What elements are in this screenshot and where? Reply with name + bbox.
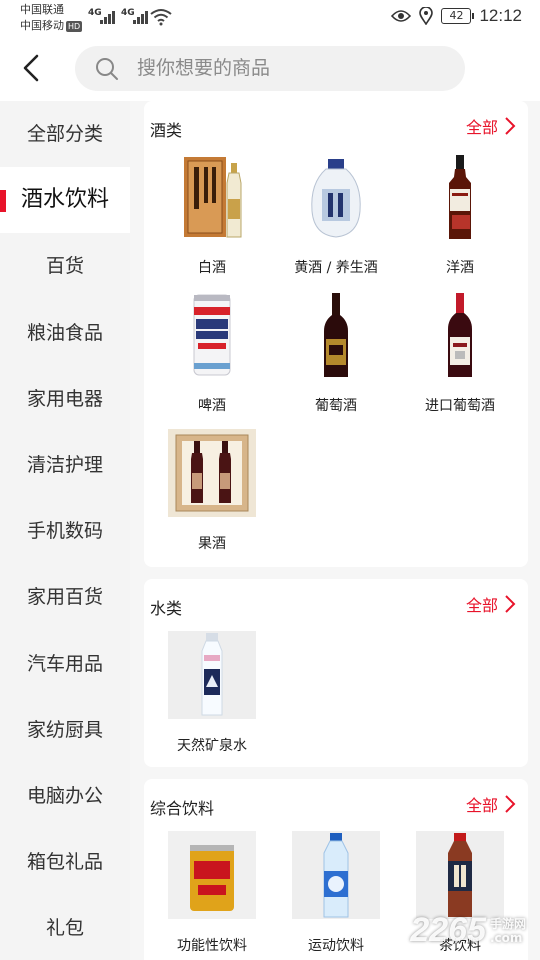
subcategory-baijiu[interactable]: 白酒 [147,153,277,277]
chevron-right-icon [505,795,516,813]
carrier-info: 中国联通 中国移动 HD [20,2,83,34]
sidebar-item-label: 粮油食品 [26,321,103,344]
energy-drink-can-icon [168,831,256,919]
header: 搜你想要的商品 [0,36,540,100]
search-input[interactable]: 搜你想要的商品 [75,46,465,91]
sidebar-item-label: 家用百货 [26,586,103,609]
status-bar: 中国联通 中国移动 HD 4G 4G 42 12:12 [0,0,540,36]
huangjiu-jar-icon [292,153,380,241]
sidebar-item-label: 礼包 [45,917,84,940]
signal-icon-2 [133,10,148,24]
subcategory-label: 天然矿泉水 [177,738,247,754]
sidebar-item-gift-packs[interactable]: 礼包 [0,895,130,960]
watermark-line2: .com [489,930,523,945]
sidebar-item-label: 箱包礼品 [26,851,103,874]
wine-bottle-icon [292,291,380,379]
subcategory-label: 黄酒 / 养生酒 [294,260,378,276]
sidebar-item-label: 手机数码 [26,520,103,543]
battery-icon: 42 [441,8,475,24]
tea-drink-bottle-icon [416,831,504,919]
section-title: 水类 [150,599,183,618]
view-all-label: 全部 [465,596,498,615]
search-icon [96,58,118,80]
view-all-label: 全部 [465,118,498,137]
subcategory-foreign-liquor[interactable]: 洋酒 [395,153,525,277]
sidebar-item-label: 百货 [45,255,84,278]
sidebar-item-label: 酒水饮料 [20,187,109,213]
subcategory-mineral-water[interactable]: 天然矿泉水 [147,631,277,755]
sidebar-item-cleaning-care[interactable]: 清洁护理 [0,432,130,498]
subcategory-beer[interactable]: 啤酒 [147,291,277,415]
section-card-water: 水类 全部 天然矿泉水 [144,579,528,767]
location-icon [419,7,434,25]
sidebar-item-label: 家纺厨具 [26,718,103,741]
search-placeholder: 搜你想要的商品 [137,57,271,79]
subcategory-imported-wine[interactable]: 进口葡萄酒 [395,291,525,415]
subcategory-label: 洋酒 [446,260,474,276]
carrier-2: 中国移动 [20,19,64,32]
sidebar-item-textiles-kitchen[interactable]: 家纺厨具 [0,697,130,763]
view-all-button[interactable]: 全部 [466,792,516,816]
category-content: 酒类 全部 白酒 黄酒 / 养生酒 洋酒 啤酒 葡萄酒 进口葡萄酒 果酒 水类 … [130,101,540,960]
site-watermark: 2265 手游网 .com [410,911,526,950]
hd-badge: HD [66,20,83,32]
subcategory-label: 功能性饮料 [177,938,247,954]
section-card-liquor: 酒类 全部 白酒 黄酒 / 养生酒 洋酒 啤酒 葡萄酒 进口葡萄酒 果酒 [144,101,528,567]
baijiu-box-icon [168,153,256,241]
watermark-number: 2265 [410,911,486,949]
clock: 12:12 [479,6,522,25]
back-arrow-icon [23,54,39,82]
sidebar-item-label: 家用电器 [26,387,103,410]
sports-drink-bottle-icon [292,831,380,919]
mineral-water-icon [168,631,256,719]
sidebar-item-label: 电脑办公 [26,784,103,807]
whisky-bottle-icon [416,153,504,241]
back-button[interactable] [14,50,50,86]
sidebar-item-label: 清洁护理 [26,453,103,476]
signal-icon-1 [100,10,115,24]
view-all-button[interactable]: 全部 [466,592,516,616]
subcategory-sports-drink[interactable]: 运动饮料 [271,831,401,955]
view-all-button[interactable]: 全部 [466,114,516,138]
eye-icon [391,10,412,22]
subcategory-label: 葡萄酒 [315,398,357,414]
sidebar-item-grain-oil-food[interactable]: 粮油食品 [0,300,130,366]
sidebar-item-label: 汽车用品 [26,652,103,675]
subcategory-wine[interactable]: 葡萄酒 [271,291,401,415]
imported-wine-icon [416,291,504,379]
subcategory-label: 果酒 [198,536,226,552]
chevron-right-icon [505,595,516,613]
watermark-line1: 手游网 [489,916,526,931]
subcategory-energy-drink[interactable]: 功能性饮料 [147,831,277,955]
subcategory-fruit-wine[interactable]: 果酒 [147,429,277,553]
sidebar-item-bags-gifts[interactable]: 箱包礼品 [0,829,130,895]
subcategory-huangjiu[interactable]: 黄酒 / 养生酒 [271,153,401,277]
section-title: 酒类 [150,121,183,140]
carrier-1: 中国联通 [20,3,64,16]
sidebar-item-computer-office[interactable]: 电脑办公 [0,763,130,829]
sidebar-item-all-categories[interactable]: 全部分类 [0,101,130,167]
subcategory-label: 啤酒 [198,398,226,414]
section-title: 综合饮料 [150,799,215,818]
sidebar-item-general-goods[interactable]: 百货 [0,233,130,299]
sidebar-item-auto[interactable]: 汽车用品 [0,631,130,697]
sidebar-item-household[interactable]: 家用百货 [0,564,130,630]
fruit-wine-giftbox-icon [168,429,256,517]
wifi-icon [150,9,172,26]
beer-can-icon [168,291,256,379]
subcategory-label: 运动饮料 [308,938,364,954]
subcategory-label: 进口葡萄酒 [425,398,495,414]
category-sidebar: 全部分类 酒水饮料 百货 粮油食品 家用电器 清洁护理 手机数码 家用百货 汽车… [0,101,130,960]
sidebar-item-appliances[interactable]: 家用电器 [0,366,130,432]
sidebar-item-label: 全部分类 [26,123,103,145]
sidebar-item-phones-digital[interactable]: 手机数码 [0,498,130,564]
view-all-label: 全部 [465,796,498,815]
chevron-right-icon [505,117,516,135]
sidebar-item-drinks[interactable]: 酒水饮料 [0,167,130,234]
subcategory-label: 白酒 [198,260,226,276]
